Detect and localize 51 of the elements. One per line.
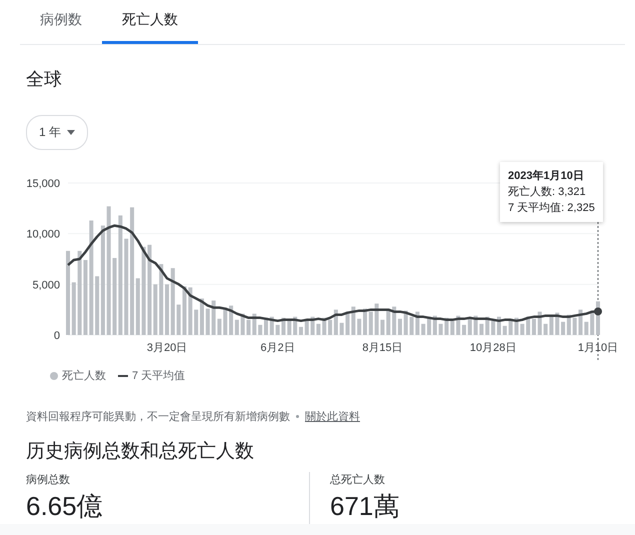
tooltip-value: 死亡人数: 3,321 [508,184,587,200]
bar [159,264,164,335]
axis-label: 3月20日 [146,342,188,354]
axis-label: 10月28日 [470,342,516,354]
axis-label: 15,000 [26,178,60,190]
bar [438,324,443,335]
bar [304,318,309,335]
tab[interactable]: 死亡人数 [102,0,198,44]
caret-icon [67,130,76,135]
bar [572,318,577,335]
bar [538,312,542,335]
stat-label: 病例总数 [26,473,71,487]
axis-label: 8月15日 [362,342,403,354]
stat-value: 671萬 [330,490,400,523]
legend-label: 死亡人数 [62,368,106,383]
tooltip-date: 2023年1月10日 [508,168,585,184]
bar [421,324,426,335]
bar [206,308,210,335]
region-title: 全球 [26,68,63,91]
axis-label: 6月2日 [260,342,295,354]
tab[interactable]: 病例数 [20,0,102,44]
bar [502,326,507,335]
bar [374,304,379,335]
axis-label: 1月10日 [578,342,618,354]
stat-value: 6.65億 [26,490,104,523]
axis-label: 5,000 [32,279,60,292]
bar [520,324,524,335]
legend-dot-icon [50,372,58,380]
bar [287,320,292,335]
stat-label: 总死亡人数 [330,472,386,487]
bar [474,316,478,335]
bar [188,287,192,335]
bar [240,314,245,335]
bar [456,316,460,335]
axis-label: 0 [54,330,60,342]
axis-label: 10,000 [26,228,60,241]
about-data-link[interactable]: 關於此資料 [305,409,360,424]
separator-dot-icon [296,415,299,418]
bar [404,310,408,335]
section-title: 历史病例总数和总死亡人数 [26,440,255,464]
bar [258,324,262,335]
legend-label: 7 天平均值 [132,369,186,383]
bar [340,322,344,335]
bar [322,318,326,335]
data-point [594,307,602,316]
tooltip-value: 7 天平均值: 2,325 [508,201,595,216]
bar [555,312,560,335]
bar [357,318,362,335]
note-text: 資料回報程序可能異動，不一定會呈現所有新增病例數 [26,410,290,424]
range-dropdown[interactable]: 1 年 [26,115,88,150]
bar [223,308,228,335]
